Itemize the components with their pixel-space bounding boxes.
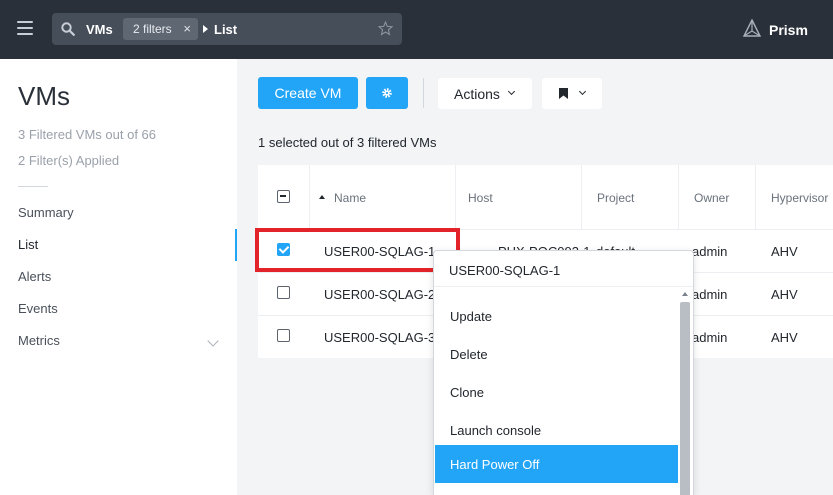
column-header-hypervisor[interactable]: Hypervisor [756, 165, 833, 229]
prism-logo-icon [742, 19, 762, 37]
create-vm-button[interactable]: Create VM [258, 77, 358, 109]
gear-icon [382, 88, 392, 98]
menu-item-clone[interactable]: Clone [435, 373, 678, 411]
actions-dropdown[interactable]: Actions [438, 78, 532, 109]
bookmark-icon [559, 88, 568, 99]
top-bar: VMs 2 filters × List Prism [0, 0, 833, 59]
vm-hypervisor: AHV [771, 244, 798, 259]
selection-summary: 1 selected out of 3 filtered VMs [258, 135, 437, 150]
search-view[interactable]: List [214, 22, 237, 37]
context-menu-title: USER00-SQLAG-1 [434, 251, 693, 287]
menu-item-delete[interactable]: Delete [435, 335, 678, 373]
column-header-project[interactable]: Project [582, 165, 679, 229]
vm-hypervisor: AHV [771, 287, 798, 302]
sidebar-item-label: Metrics [18, 333, 60, 348]
chevron-down-icon [207, 335, 219, 347]
search-icon [61, 22, 75, 36]
sidebar-item-metrics[interactable]: Metrics [0, 325, 237, 357]
brand-label: Prism [769, 22, 808, 38]
star-icon[interactable] [378, 21, 393, 36]
sidebar-item-list[interactable]: List [0, 229, 237, 261]
page-title: VMs [18, 81, 70, 111]
sidebar: VMs 3 Filtered VMs out of 66 2 Filter(s)… [0, 59, 237, 495]
row-checkbox[interactable] [277, 329, 290, 342]
vm-name[interactable]: USER00-SQLAG-2 [324, 287, 435, 302]
filters-applied: 2 Filter(s) Applied [18, 153, 120, 168]
bookmark-dropdown[interactable] [542, 78, 602, 109]
sidebar-item-alerts[interactable]: Alerts [0, 261, 237, 293]
context-menu: USER00-SQLAG-1 Update Delete Clone Launc… [433, 250, 694, 495]
close-icon[interactable]: × [183, 21, 191, 36]
filter-chip[interactable]: 2 filters × [123, 18, 198, 40]
vm-owner: admin [692, 244, 728, 259]
selection-highlight [255, 228, 460, 272]
menu-item-update[interactable]: Update [435, 297, 678, 335]
sidebar-item-events[interactable]: Events [0, 293, 237, 325]
column-header-owner[interactable]: Owner [679, 165, 756, 229]
hamburger-icon[interactable] [17, 21, 33, 35]
filtered-count: 3 Filtered VMs out of 66 [18, 127, 157, 142]
column-header-host[interactable]: Host [456, 165, 582, 229]
chevron-down-icon [507, 87, 516, 96]
select-all-checkbox[interactable] [277, 190, 290, 203]
sidebar-item-summary[interactable]: Summary [0, 197, 237, 229]
toolbar-divider [423, 78, 424, 108]
column-header-label: Name [334, 191, 367, 205]
select-all-header [258, 165, 310, 229]
search-entity[interactable]: VMs [86, 22, 113, 37]
divider [18, 186, 48, 187]
sort-ascending-icon [319, 195, 325, 199]
context-menu-scrollbar[interactable] [680, 302, 690, 495]
search-bar[interactable]: VMs 2 filters × List [52, 13, 402, 45]
chevron-down-icon [578, 87, 587, 96]
filter-chip-label: 2 filters [133, 22, 172, 36]
caret-right-icon [203, 25, 208, 33]
vm-owner: admin [692, 330, 728, 345]
menu-item-hard-power-off[interactable]: Hard Power Off [435, 445, 678, 483]
scroll-up-icon[interactable] [682, 292, 688, 296]
row-checkbox[interactable] [277, 286, 290, 299]
column-header-name[interactable]: Name [310, 165, 456, 229]
actions-label: Actions [454, 86, 500, 102]
settings-button[interactable] [366, 77, 408, 109]
vm-owner: admin [692, 287, 728, 302]
vm-hypervisor: AHV [771, 330, 798, 345]
menu-item-launch-console[interactable]: Launch console [435, 411, 678, 449]
vm-name[interactable]: USER00-SQLAG-3 [324, 330, 435, 345]
